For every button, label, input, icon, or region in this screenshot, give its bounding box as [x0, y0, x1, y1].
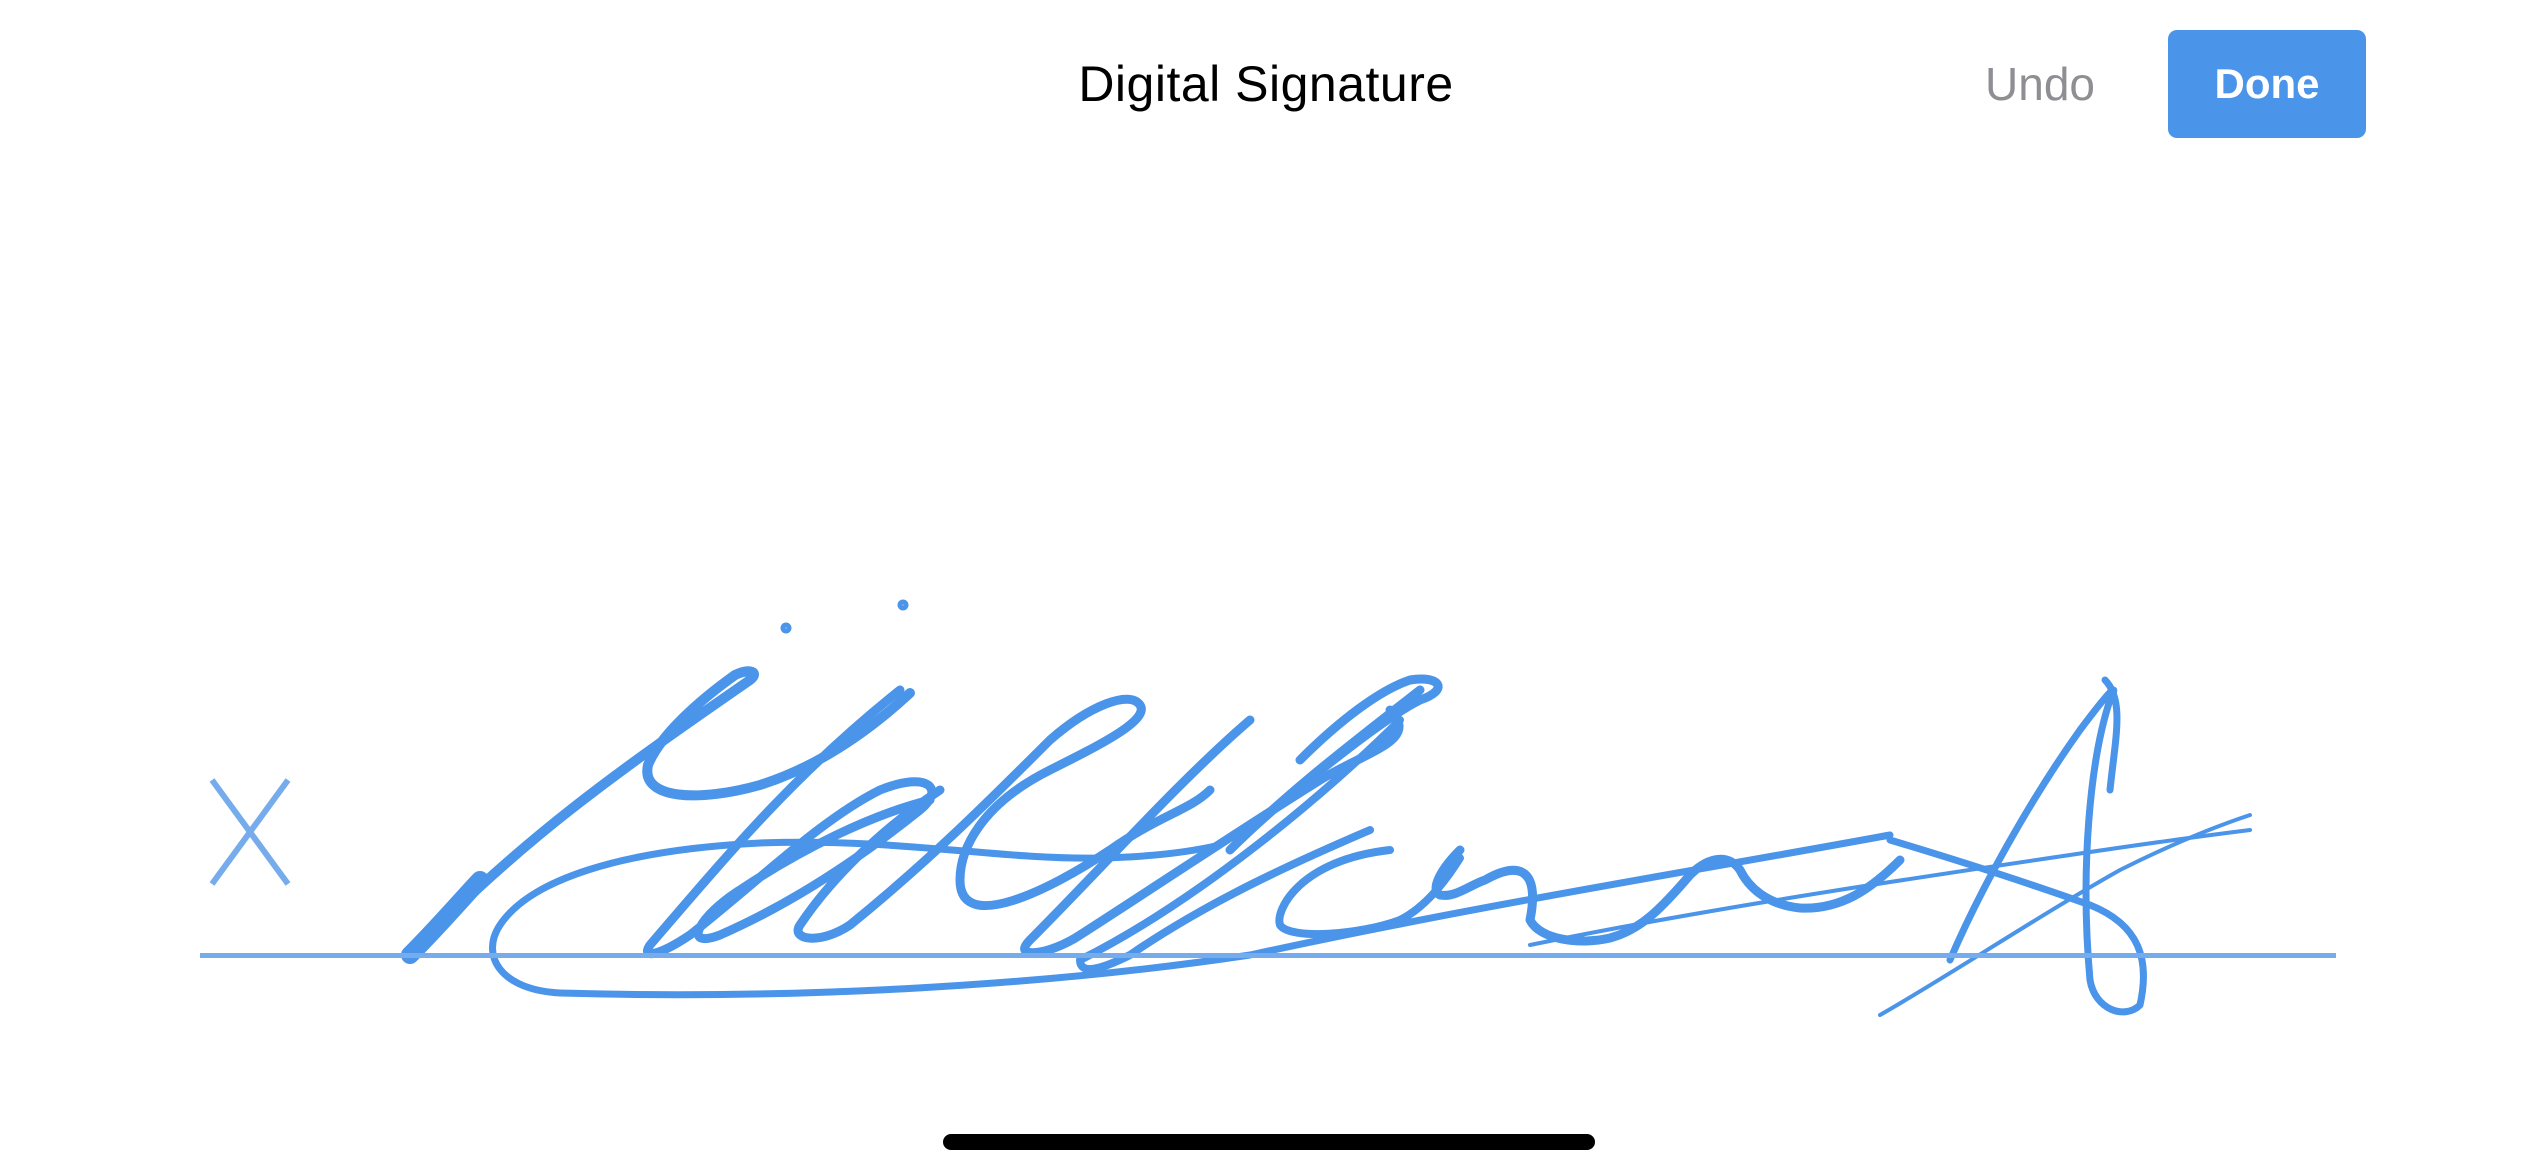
undo-button[interactable]: Undo	[1960, 52, 2120, 116]
signature-stroke	[1431, 845, 1905, 946]
done-button[interactable]: Done	[2168, 30, 2366, 138]
signature-baseline	[200, 953, 2336, 958]
signature-screen: Digital Signature Undo Done	[0, 0, 2532, 1170]
x-icon	[200, 770, 300, 894]
signature-stroke	[1225, 674, 1443, 855]
signature-dot	[897, 599, 909, 611]
signature-stroke	[401, 871, 489, 964]
signature-stroke	[1878, 813, 2252, 1017]
page-title: Digital Signature	[1078, 56, 1454, 112]
signature-stroke	[643, 685, 937, 959]
signature-dot	[780, 622, 792, 634]
home-indicator[interactable]	[943, 1134, 1595, 1150]
